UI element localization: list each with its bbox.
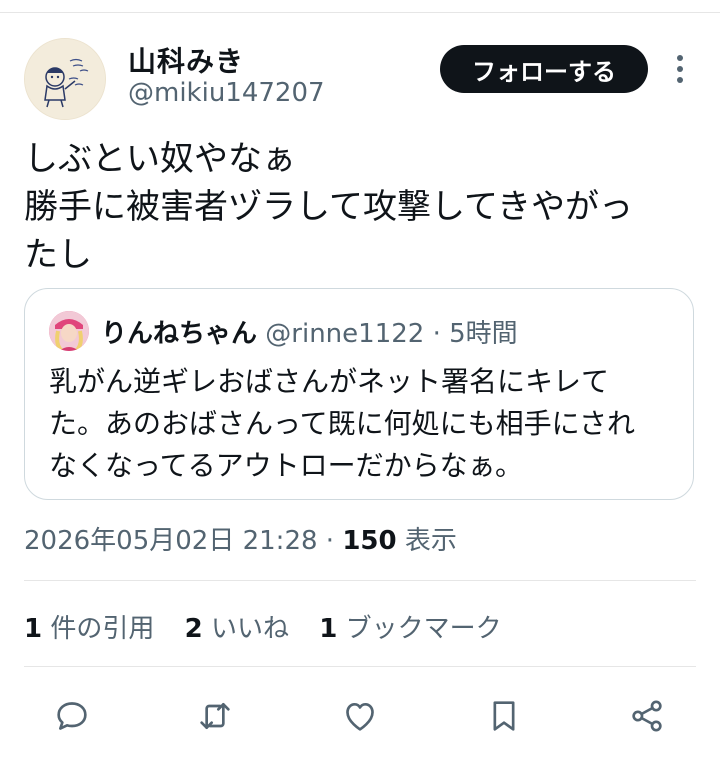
quote-header: りんねちゃん @rinne1122 · 5時間: [101, 313, 518, 350]
quotes-label: 件の引用: [50, 614, 155, 644]
like-icon[interactable]: [340, 696, 380, 736]
more-options-icon[interactable]: [670, 52, 690, 86]
likes-stat[interactable]: 2 いいね: [185, 608, 289, 645]
reply-icon[interactable]: [52, 696, 92, 736]
quote-text: 乳がん逆ギレおばさんがネット署名にキレて た。あのおばさんって既に何処にも相手に…: [49, 365, 636, 482]
retweet-icon[interactable]: [195, 696, 235, 736]
divider-upper: [24, 580, 696, 581]
quote-author-avatar[interactable]: [49, 311, 89, 351]
share-icon[interactable]: [627, 696, 667, 736]
bookmark-icon[interactable]: [484, 696, 524, 736]
quote-avatar-illustration: [49, 311, 89, 351]
author-handle[interactable]: @mikiu147207: [128, 78, 325, 108]
views-count: 150: [342, 526, 397, 556]
top-divider: [0, 12, 720, 13]
author-avatar[interactable]: [24, 38, 106, 120]
avatar-illustration: [25, 39, 105, 119]
likes-label: いいね: [211, 614, 290, 644]
likes-count: 2: [184, 614, 203, 644]
tweet-text: しぶとい奴やなぁ 勝手に被害者ヅラして攻撃してきやがっ たし: [24, 139, 633, 275]
quote-display-name[interactable]: りんねちゃん: [101, 319, 257, 349]
quote-handle[interactable]: @rinne1122: [265, 319, 424, 349]
meta-separator: ·: [325, 526, 335, 556]
quotes-count: 1: [24, 614, 43, 644]
quotes-stat[interactable]: 1 件の引用: [24, 608, 154, 645]
follow-button[interactable]: フォローする: [440, 45, 648, 93]
bookmarks-label: ブックマーク: [345, 614, 502, 644]
tweet-datetime[interactable]: 2026年05月02日 21:28: [24, 526, 318, 556]
quote-separator: ·: [432, 319, 441, 349]
quote-time[interactable]: 5時間: [449, 319, 518, 349]
action-bar: [0, 692, 720, 740]
divider-lower: [24, 666, 696, 667]
views-label: 表示: [404, 526, 457, 556]
quote-tweet-card[interactable]: りんねちゃん @rinne1122 · 5時間 乳がん逆ギレおばさんがネット署名…: [24, 288, 694, 500]
bookmarks-stat[interactable]: 1 ブックマーク: [319, 608, 501, 645]
bookmarks-count: 1: [319, 614, 338, 644]
author-display-name[interactable]: 山科みき: [128, 40, 244, 80]
tweet-meta: 2026年05月02日 21:28 · 150 表示: [24, 520, 457, 557]
engagement-stats: 1 件の引用 2 いいね 1 ブックマーク: [24, 608, 524, 645]
